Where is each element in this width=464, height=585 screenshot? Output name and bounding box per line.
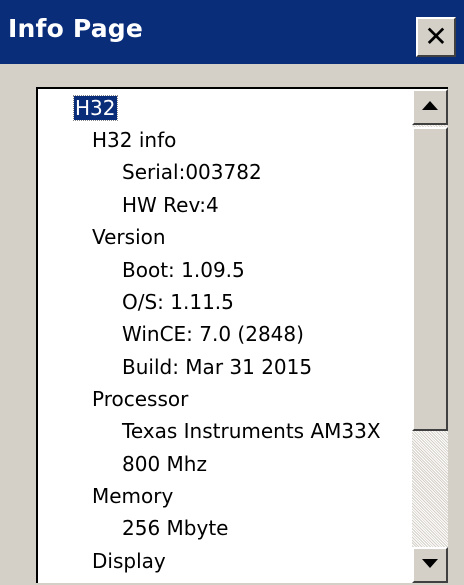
arrow-up-icon: [422, 101, 438, 110]
tree-node-version[interactable]: Version: [92, 222, 166, 252]
tree-node-processor-model[interactable]: Texas Instruments AM33X: [122, 416, 381, 446]
info-tree-panel: H32 H32 info Serial:003782 HW Rev:4 Vers…: [36, 87, 448, 583]
title-bar: Info Page ✕: [0, 0, 464, 64]
tree-node-h32-info[interactable]: H32 info: [92, 125, 176, 155]
tree-node-boot[interactable]: Boot: 1.09.5: [122, 255, 245, 285]
tree-node-display[interactable]: Display: [92, 546, 166, 576]
close-icon: ✕: [424, 20, 448, 53]
close-button[interactable]: ✕: [416, 17, 456, 57]
tree-node-label: H32: [73, 95, 118, 121]
tree-node-processor-speed[interactable]: 800 Mhz: [122, 449, 207, 479]
tree-node-memory[interactable]: Memory: [92, 481, 173, 511]
tree-node-serial[interactable]: Serial:003782: [122, 157, 262, 187]
tree-node-wince[interactable]: WinCE: 7.0 (2848): [122, 319, 304, 349]
tree-node-root[interactable]: H32: [73, 93, 118, 123]
info-tree[interactable]: H32 H32 info Serial:003782 HW Rev:4 Vers…: [38, 91, 412, 585]
scroll-up-button[interactable]: [412, 89, 448, 125]
tree-node-build[interactable]: Build: Mar 31 2015: [122, 352, 312, 382]
tree-node-memory-size[interactable]: 256 Mbyte: [122, 513, 228, 543]
info-page-window: Info Page ✕ H32 H32 info Serial:003782 H…: [0, 0, 464, 583]
tree-node-processor[interactable]: Processor: [92, 384, 188, 414]
scroll-down-button[interactable]: [412, 547, 448, 583]
vertical-scrollbar[interactable]: [412, 89, 448, 583]
tree-node-os[interactable]: O/S: 1.11.5: [122, 287, 234, 317]
window-title: Info Page: [8, 14, 144, 43]
arrow-down-icon: [422, 559, 438, 568]
scroll-thumb[interactable]: [412, 127, 448, 431]
tree-node-hw-rev[interactable]: HW Rev:4: [122, 190, 219, 220]
